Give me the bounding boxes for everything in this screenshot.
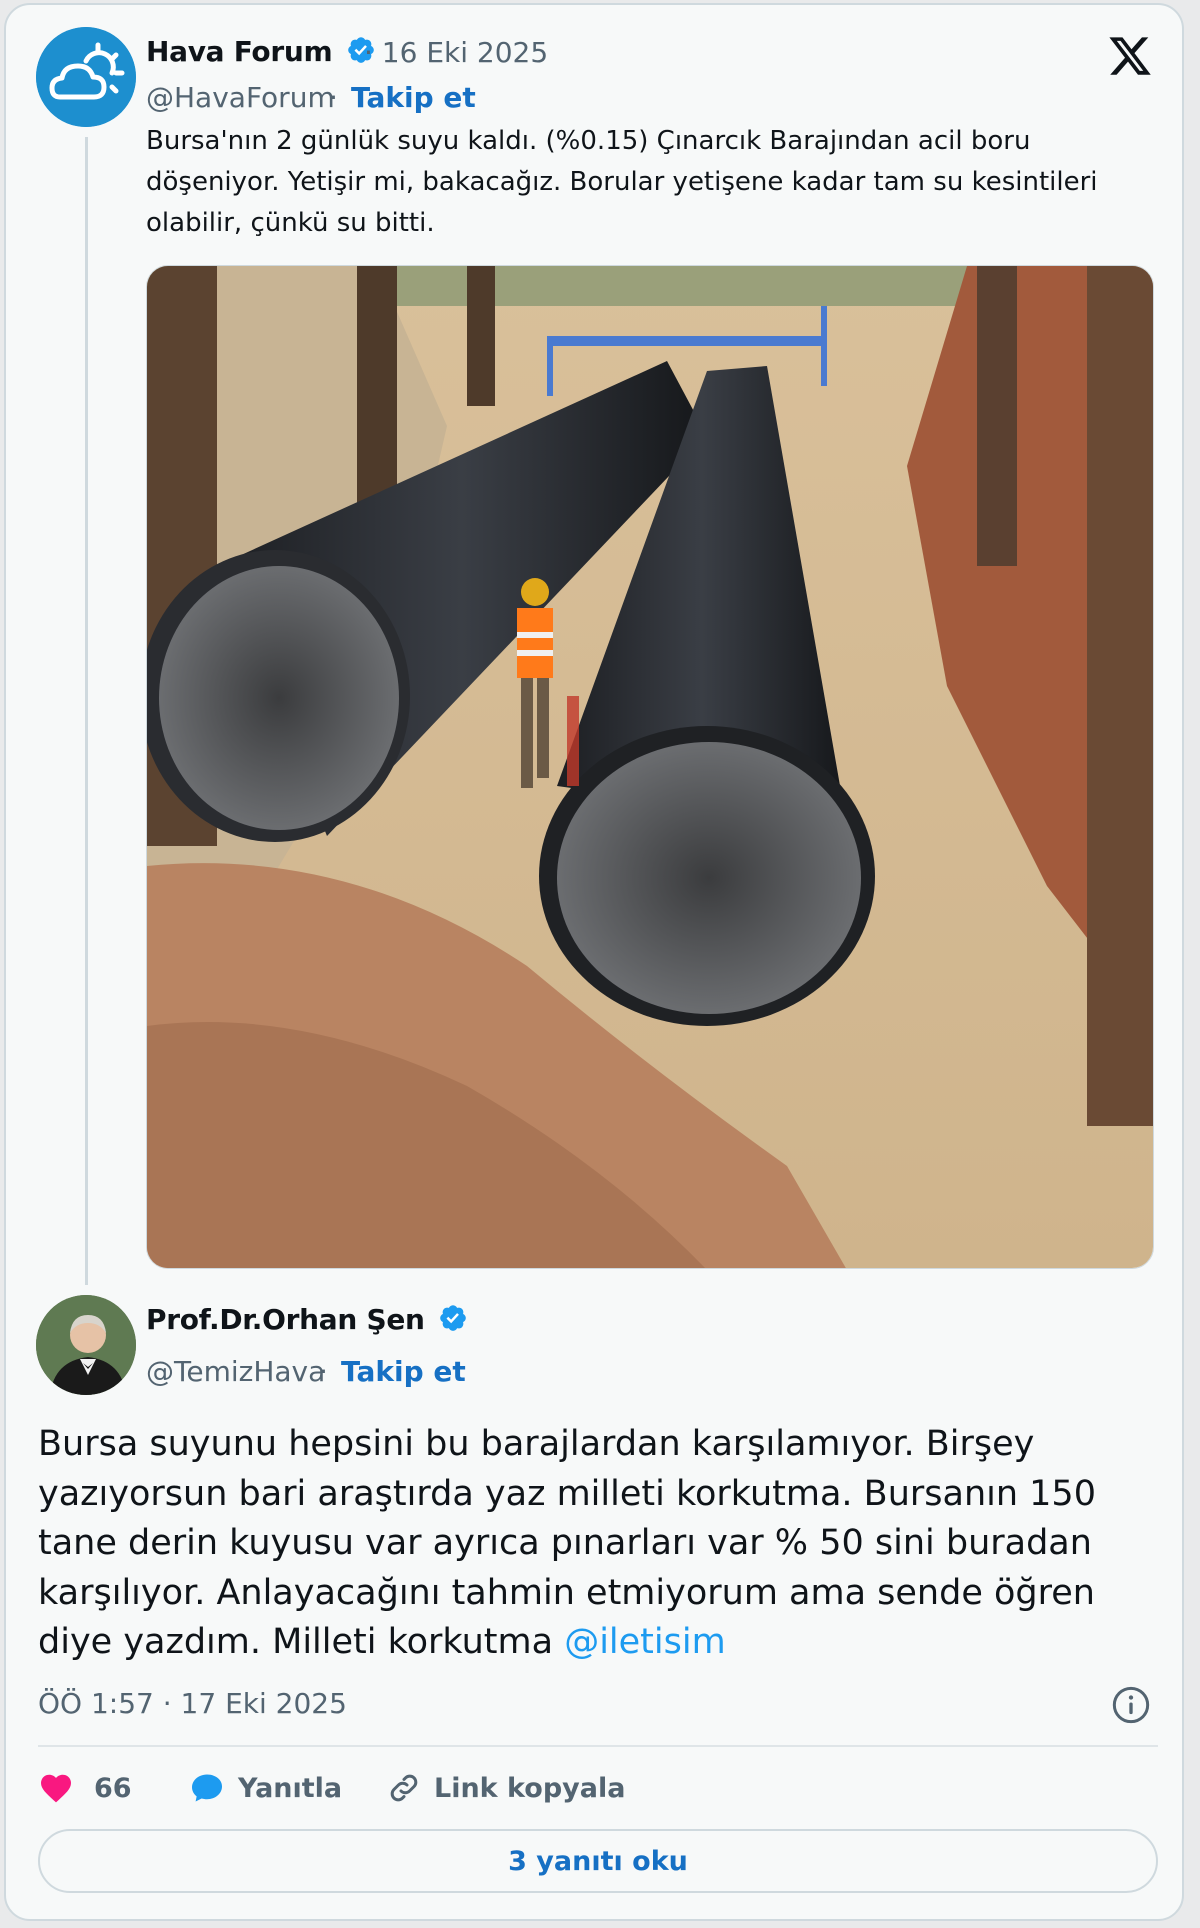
heart-icon <box>41 1774 71 1803</box>
cloud-sun-icon <box>36 27 136 127</box>
speech-bubble-icon <box>192 1774 222 1802</box>
mention-link[interactable]: @iletisim <box>564 1622 725 1662</box>
reply-tweet-text: Bursa suyunu hepsini bu barajlardan karş… <box>38 1420 1158 1668</box>
follow-button-temiz-hava[interactable]: Takip et <box>341 1355 466 1388</box>
action-bar: 66 Yanıtla Link kopyala <box>38 1763 1158 1813</box>
info-icon[interactable] <box>1111 1685 1151 1725</box>
pipeline-trench-photo[interactable] <box>146 265 1154 1269</box>
orhan-sen-avatar[interactable] <box>36 1295 136 1395</box>
reply-label: Yanıtla <box>238 1772 343 1804</box>
read-replies-button[interactable]: 3 yanıtı oku <box>38 1829 1158 1893</box>
reply-author-name-text: Prof.Dr.Orhan Şen <box>146 1303 425 1336</box>
action-divider <box>38 1745 1158 1747</box>
parent-tweet-text: Bursa'nın 2 günlük suyu kaldı. (%0.15) Ç… <box>146 126 1098 238</box>
reply-author-handle[interactable]: @TemizHava <box>146 1355 325 1388</box>
handle-separator: · <box>319 1355 328 1388</box>
copy-link-button[interactable]: Link kopyala <box>386 1763 625 1813</box>
parent-tweet-date[interactable]: · 16 Eki 2025 <box>364 36 548 69</box>
reply-timestamp[interactable]: ÖÖ 1:57 · 17 Eki 2025 <box>38 1687 347 1720</box>
person-portrait-icon <box>36 1295 136 1395</box>
handle-separator: · <box>329 81 338 114</box>
embedded-tweet-card: Hava Forum · 16 Eki 2025 @HavaForum · Ta… <box>4 3 1184 1921</box>
reply-button[interactable]: Yanıtla <box>188 1763 342 1813</box>
x-logo-icon[interactable] <box>1106 33 1154 79</box>
like-button[interactable]: 66 <box>38 1763 132 1813</box>
photo-illustration <box>147 266 1153 1268</box>
thread-connector-line <box>85 137 88 1285</box>
follow-button-hava-forum[interactable]: Takip et <box>351 81 476 114</box>
parent-author-name[interactable]: Hava Forum <box>146 35 376 68</box>
link-icon <box>390 1774 418 1802</box>
reply-author-name[interactable]: Prof.Dr.Orhan Şen <box>146 1303 468 1336</box>
parent-author-name-text: Hava Forum <box>146 35 333 68</box>
copy-link-label: Link kopyala <box>434 1772 626 1804</box>
like-count: 66 <box>94 1772 132 1804</box>
parent-author-handle[interactable]: @HavaForum <box>146 81 335 114</box>
hava-forum-avatar[interactable] <box>36 27 136 127</box>
verified-badge-icon <box>440 1305 466 1331</box>
